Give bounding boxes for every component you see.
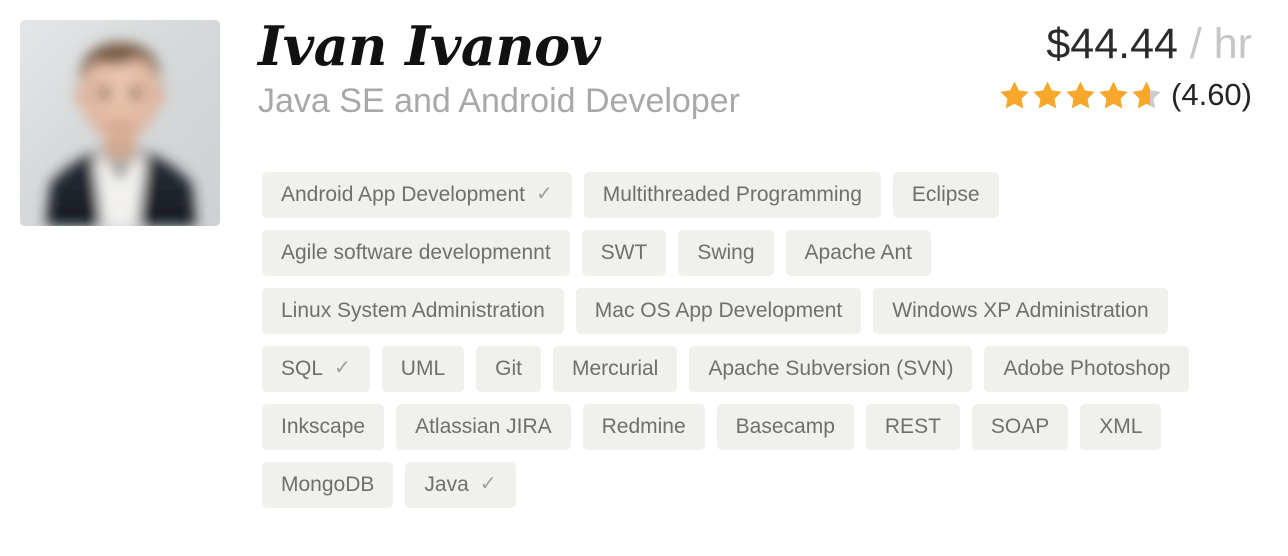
check-icon: ✓ [334,357,351,379]
skill-tag[interactable]: Apache Ant [785,230,931,276]
skill-tag[interactable]: XML [1080,404,1162,450]
skill-tag-label: SOAP [990,415,1050,438]
skill-tag[interactable]: Multithreaded Programming [583,172,881,218]
skill-tag-label: Redmine [601,415,686,438]
skill-tag-label: Inkscape [281,415,366,438]
star-filled-icon [1032,80,1063,110]
skill-tag-label: XML [1099,415,1143,438]
star-icon [1000,81,1029,109]
skill-tag[interactable]: Windows XP Administration [873,288,1168,334]
skill-tag[interactable]: Swing [678,230,774,276]
skill-tag-label: Multithreaded Programming [602,183,862,206]
skill-tag[interactable]: Adobe Photoshop [984,346,1190,392]
skill-tag-label: Java [424,473,469,496]
name-block: Ivan Ivanov Java SE and Android Develope… [258,14,988,122]
avatar[interactable] [20,20,220,226]
skill-tag-label: Mac OS App Development [594,299,843,322]
skill-tag-label: REST [884,415,941,438]
skill-tag-label: Linux System Administration [281,299,545,322]
check-icon: ✓ [479,473,497,495]
skill-tag[interactable]: Git [476,346,541,392]
skill-tag[interactable]: MongoDB [262,462,394,508]
check-icon: ✓ [536,183,553,205]
skill-tag-label: Apache Subversion (SVN) [708,357,954,380]
skill-tag[interactable]: Basecamp [716,404,854,450]
skill-tag-label: Eclipse [911,183,980,206]
skill-tag[interactable]: Inkscape [262,404,385,450]
skill-tag[interactable]: Linux System Administration [262,288,564,334]
skill-tag-label: Adobe Photoshop [1003,357,1171,380]
rating-value: (4.60) [1171,77,1252,112]
hourly-rate: $44.44 / hr [999,16,1252,72]
skill-tag-label: Swing [697,241,755,264]
star-filled-icon [1098,80,1129,110]
rate-amount: $44.44 [1046,20,1178,68]
star-icon [1066,81,1095,109]
skill-tag[interactable]: UML [381,346,465,392]
star-icon [1098,80,1129,110]
star-filled-icon [999,80,1030,110]
skill-tag[interactable]: Mercurial [552,346,678,392]
star-icon [1131,80,1162,110]
page-title: Ivan Ivanov [258,14,601,78]
star-icon [1065,80,1096,110]
skill-tag-label: Agile software developmennt [281,241,551,264]
skill-tag[interactable]: Mac OS App Development [575,288,862,334]
star-icon [1132,81,1150,109]
star-filled-icon [1065,80,1096,110]
skill-tag-label: SQL [281,357,324,380]
profile-subtitle: Java SE and Android Developer [258,82,740,120]
star-icon [1099,81,1128,109]
skill-tag[interactable]: Android App Development ✓ [262,172,572,218]
skill-tag-label: Basecamp [735,415,835,438]
star-filled-icon [1131,80,1150,110]
skill-tag-label: Mercurial [571,357,659,380]
skill-tag-label: Atlassian JIRA [415,415,552,438]
skill-tag[interactable]: Redmine [582,404,705,450]
skill-tag[interactable]: Java ✓ [405,462,516,508]
skill-tag-label: Windows XP Administration [892,299,1149,322]
skill-tag-label: Apache Ant [804,241,912,264]
skill-tag-list: Android App Development ✓ Multithreaded Pr… [262,172,1230,508]
skill-tag-label: MongoDB [281,473,375,496]
skill-tag[interactable]: REST [865,404,960,450]
skill-tag[interactable]: SQL ✓ [262,346,370,392]
skill-tag-label: UML [400,357,446,380]
skill-tag[interactable]: Eclipse [892,172,999,218]
person-photo-icon [20,20,220,226]
freelancer-profile-card: Ivan Ivanov Java SE and Android Develope… [0,0,1288,556]
rating: (4.60) [999,78,1252,112]
star-icon [999,80,1030,110]
star-rating[interactable] [999,80,1162,110]
skill-tag-label: SWT [600,241,648,264]
star-icon [1032,80,1063,110]
skill-tag-label: Android App Development [281,183,525,206]
skill-tag[interactable]: Atlassian JIRA [396,404,571,450]
rate-unit: / hr [1189,20,1252,68]
skill-tag[interactable]: SOAP [971,404,1069,450]
rate-and-rating-block: $44.44 / hr (4.60) [999,16,1252,112]
skill-tag[interactable]: Agile software developmennt [262,230,570,276]
skill-tag[interactable]: SWT [581,230,667,276]
skill-tag[interactable]: Apache Subversion (SVN) [689,346,973,392]
skill-tag-label: Git [495,357,522,380]
star-icon [1033,81,1062,109]
